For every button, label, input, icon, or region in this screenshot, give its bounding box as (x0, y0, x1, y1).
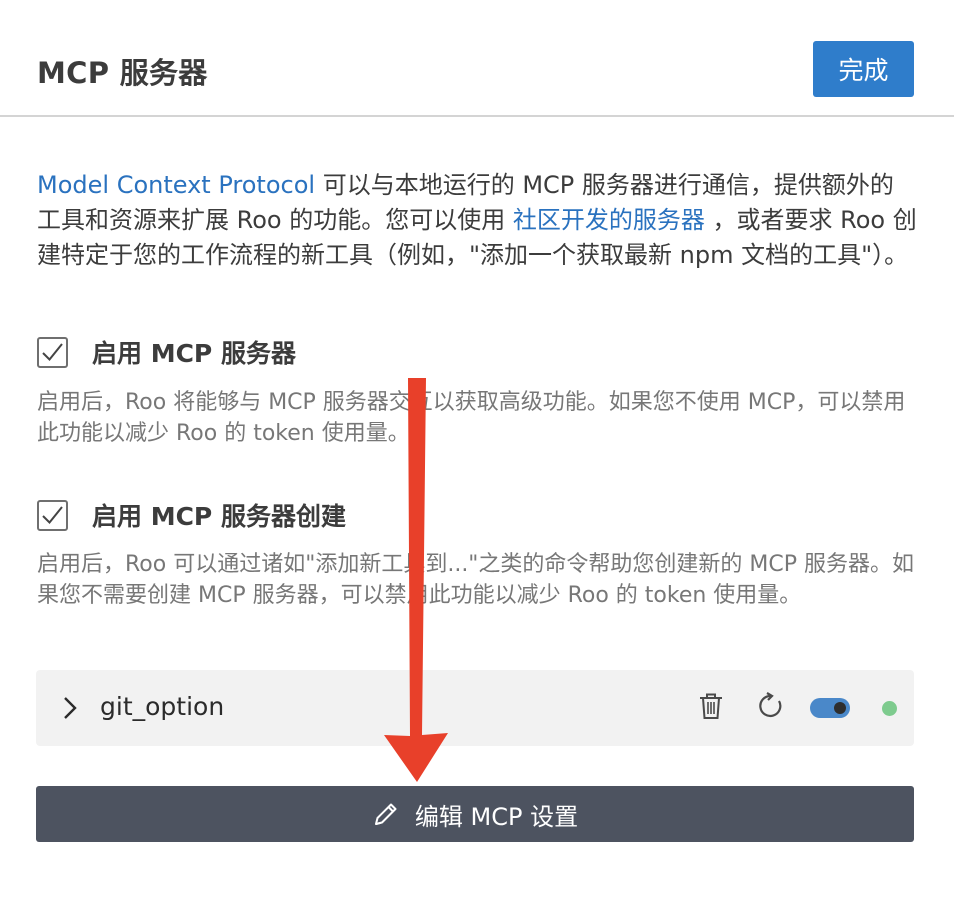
page-title: MCP 服务器 (37, 56, 208, 90)
server-row-git-option: git_option (36, 670, 914, 746)
enable-mcp-checkbox[interactable] (37, 336, 68, 368)
pencil-icon (374, 803, 397, 825)
toggle-knob (834, 702, 846, 714)
enable-mcp-option: 启用 MCP 服务器 (37, 334, 296, 370)
checkmark-icon (42, 505, 63, 524)
chevron-right-icon[interactable] (60, 695, 80, 721)
edit-mcp-settings-button[interactable]: 编辑 MCP 设置 (36, 786, 914, 842)
checkmark-icon (42, 342, 63, 361)
community-servers-link[interactable]: 社区开发的服务器 (513, 206, 705, 234)
enable-mcp-label: 启用 MCP 服务器 (92, 339, 296, 368)
enable-mcp-description: 启用后，Roo 将能够与 MCP 服务器交互以获取高级功能。如果您不使用 MCP… (37, 390, 906, 446)
intro-paragraph: Model Context Protocol 可以与本地运行的 MCP 服务器进… (37, 168, 917, 273)
mcp-protocol-link[interactable]: Model Context Protocol (37, 171, 315, 199)
server-status-dot (882, 701, 897, 716)
enable-mcp-creation-checkbox[interactable] (37, 499, 68, 531)
server-name: git_option (100, 692, 225, 721)
annotation-arrow (384, 378, 448, 782)
edit-button-label: 编辑 MCP 设置 (414, 802, 579, 831)
enable-mcp-creation-option: 启用 MCP 服务器创建 (37, 497, 346, 533)
trash-icon[interactable] (698, 692, 724, 720)
server-enable-toggle[interactable] (810, 698, 850, 718)
refresh-icon[interactable] (757, 692, 785, 720)
enable-mcp-creation-description: 启用后，Roo 可以通过诸如"添加新工具到..."之类的命令帮助您创建新的 MC… (37, 552, 915, 608)
done-button[interactable]: 完成 (813, 41, 914, 97)
enable-mcp-creation-label: 启用 MCP 服务器创建 (92, 502, 346, 531)
header: MCP 服务器 完成 (0, 0, 954, 117)
